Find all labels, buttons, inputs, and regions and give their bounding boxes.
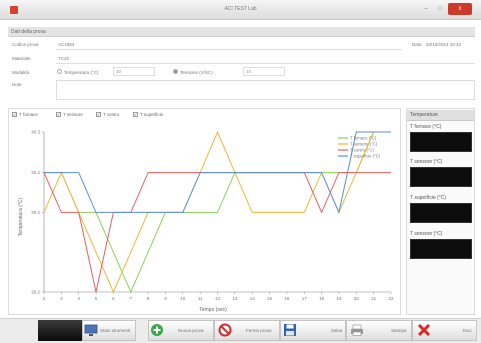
x-tick-label: 14 bbox=[250, 296, 256, 301]
x-tick-label: 2 bbox=[43, 296, 46, 301]
check-t-sensore-label: T sensore bbox=[63, 112, 83, 117]
tensione-field[interactable]: 10 bbox=[243, 67, 285, 76]
x-tick-label: 7 bbox=[129, 296, 132, 301]
x-tick-label: 19 bbox=[336, 296, 342, 301]
check-t-sensore[interactable]: ✓ bbox=[56, 112, 61, 117]
stato-strumenti-label: Stato strumenti bbox=[100, 328, 131, 333]
legend-label-1: T sensore (°C) bbox=[350, 142, 378, 147]
chart-legend: T fornace (°C)T sensore (°C)T centro (°C… bbox=[338, 136, 381, 159]
note-field[interactable] bbox=[56, 80, 475, 100]
materiale-underline bbox=[56, 63, 475, 64]
x-axis-label: Tempo (sec) bbox=[199, 307, 227, 313]
x-tick-label: 16 bbox=[284, 296, 290, 301]
temperature-panel-header: Temperature bbox=[407, 110, 474, 121]
t-superficie-display bbox=[410, 203, 472, 223]
check-t-fornace[interactable]: ✓ bbox=[12, 112, 17, 117]
temperatura-field[interactable]: 30 bbox=[113, 67, 155, 76]
minimize-button[interactable]: – bbox=[420, 3, 432, 15]
x-tick-label: 3 bbox=[60, 296, 63, 301]
chart-axes: 2 3 4 5 6 7 8 9 10 11 12 13 14 15 16 17 18 19 20 21 22 20.2 30… bbox=[31, 130, 394, 302]
materiale-label: Materiale bbox=[12, 56, 31, 61]
legend-label-2: T centro (°C) bbox=[350, 148, 375, 153]
x-tick-label: 13 bbox=[232, 296, 238, 301]
y-axis-label: Temperatura (°C) bbox=[18, 197, 24, 236]
data-value: 20/10/2014 10:32 bbox=[426, 42, 462, 47]
check-t-centro[interactable]: ✓ bbox=[96, 112, 101, 117]
save-icon bbox=[284, 324, 296, 336]
t-fornace-label: T fornace (°C) bbox=[410, 124, 442, 130]
stampa-label: Stampa bbox=[391, 328, 407, 333]
x-tick-label: 12 bbox=[215, 296, 221, 301]
window-title: ACI TEST Lab bbox=[224, 6, 257, 12]
legend-label-0: T fornace (°C) bbox=[350, 136, 377, 141]
x-tick-label: 10 bbox=[180, 296, 186, 301]
close-x-icon bbox=[417, 323, 431, 337]
t-superficie-label: T superficie (°C) bbox=[410, 195, 447, 201]
codice-value[interactable]: AC1984 bbox=[58, 42, 74, 47]
x-tick-label: 22 bbox=[388, 296, 394, 301]
x-tick-label: 18 bbox=[319, 296, 325, 301]
ferma-prova-label: Ferma prova bbox=[246, 328, 272, 333]
radio-temperatura-label: Temperatura (°C) bbox=[64, 70, 99, 75]
check-t-centro-label: T centro bbox=[103, 112, 120, 117]
x-tick-label: 9 bbox=[164, 296, 167, 301]
radio-temperatura[interactable] bbox=[57, 69, 62, 74]
modalita-label: Modalità bbox=[12, 70, 30, 75]
data-label: Data bbox=[412, 42, 422, 47]
salva-label: Salva bbox=[331, 328, 343, 333]
codice-label: Codice prova bbox=[12, 42, 39, 47]
t-sensore-2-display bbox=[410, 239, 472, 259]
codice-underline bbox=[56, 49, 402, 50]
t-fornace-display bbox=[410, 132, 472, 152]
esci-label: Esci bbox=[463, 328, 472, 333]
legend-label-3: T superficie (°C) bbox=[350, 154, 381, 159]
print-icon bbox=[351, 324, 363, 336]
y-tick-label: 40.3 bbox=[31, 130, 40, 135]
x-tick-label: 17 bbox=[302, 296, 308, 301]
x-tick-label: 21 bbox=[371, 296, 377, 301]
t-sensore-label: T sensore (°C) bbox=[410, 159, 443, 165]
t-sensore-display bbox=[410, 167, 472, 187]
materiale-value[interactable]: TC20 bbox=[58, 56, 69, 61]
x-tick-label: 20 bbox=[354, 296, 360, 301]
t-sensore-2-label: T sensore (°C) bbox=[410, 231, 443, 237]
note-label: Note bbox=[12, 82, 22, 87]
check-t-superficie-label: T superficie bbox=[140, 112, 164, 117]
check-t-superficie[interactable]: ✓ bbox=[133, 112, 138, 117]
y-tick-label: 20.2 bbox=[31, 290, 40, 295]
section-title: Dati della prova bbox=[8, 27, 475, 37]
stop-circle-icon bbox=[218, 323, 232, 337]
x-tick-label: 4 bbox=[77, 296, 80, 301]
x-tick-label: 8 bbox=[147, 296, 150, 301]
x-tick-label: 6 bbox=[112, 296, 115, 301]
y-tick-label: 30.2 bbox=[31, 210, 40, 215]
nuova-prova-label: Nuova prova bbox=[178, 328, 204, 333]
close-button[interactable]: x bbox=[448, 3, 472, 15]
radio-tensione[interactable] bbox=[173, 69, 178, 74]
series-line-2 bbox=[43, 172, 391, 293]
check-t-fornace-label: T fornace bbox=[19, 112, 38, 117]
radio-tensione-label: Tensione (V/SC) bbox=[180, 70, 213, 75]
temperature-chart: 2 3 4 5 6 7 8 9 10 11 12 13 14 15 16 17 18 19 20 21 22 20.2 30… bbox=[18, 130, 394, 314]
x-tick-label: 15 bbox=[267, 296, 273, 301]
plus-circle-icon bbox=[151, 324, 163, 336]
maximize-button[interactable]: □ bbox=[434, 3, 446, 15]
monitor-icon bbox=[84, 324, 98, 336]
toolbar-dark-segment bbox=[38, 320, 82, 341]
x-tick-label: 5 bbox=[95, 296, 98, 301]
y-tick-label: 35.2 bbox=[31, 170, 40, 175]
x-tick-label: 11 bbox=[198, 296, 203, 301]
